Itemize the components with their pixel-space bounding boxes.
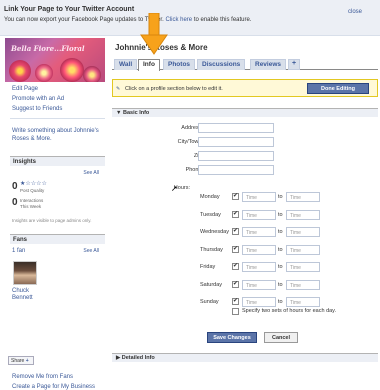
promote-ad-link[interactable]: Promote with an Ad <box>12 96 64 102</box>
close-time-field[interactable]: Time <box>286 279 320 290</box>
close-time-field[interactable]: Time <box>286 262 320 272</box>
highlight-arrow-icon <box>140 13 168 55</box>
save-changes-button[interactable]: Save Changes <box>207 332 257 343</box>
to-label: to <box>278 211 283 218</box>
tab-wall[interactable]: Wall <box>114 59 138 70</box>
to-label: to <box>278 194 283 200</box>
notice-text: You can now export your Facebook Page up… <box>4 17 252 23</box>
tab-discussions[interactable]: Discussions <box>197 59 246 70</box>
mouse-cursor-icon: ➚ <box>171 184 178 193</box>
open-time-field[interactable]: Time <box>242 227 276 237</box>
share-button[interactable]: Share + <box>8 356 34 365</box>
insights-header: Insights <box>10 156 105 166</box>
close-time-field[interactable]: Time <box>286 227 320 237</box>
interactions-label: Interactions <box>20 198 44 203</box>
page-banner-image: Bella Fiore...Floral <box>5 38 105 82</box>
post-quality-value: 0 <box>12 181 18 192</box>
star-rating-icon: ★☆☆☆☆ <box>20 181 47 187</box>
to-label: to <box>278 264 283 270</box>
tab-info[interactable]: Info <box>138 59 160 71</box>
two-sets-checkbox[interactable] <box>232 308 239 315</box>
insights-note: Insights are visible to page admins only… <box>12 218 92 223</box>
tab-reviews[interactable]: Reviews <box>250 59 287 70</box>
fan-name-first[interactable]: Chuck <box>12 288 29 294</box>
day-label: Wednesday <box>200 229 229 235</box>
tab-photos[interactable]: Photos <box>163 59 196 70</box>
to-label: to <box>278 246 283 253</box>
day-open-checkbox[interactable]: ✔ <box>232 210 239 218</box>
remove-from-fans-link[interactable]: Remove Me from Fans <box>12 374 73 380</box>
fans-header: Fans <box>10 234 105 244</box>
close-time-field[interactable]: Time <box>286 297 320 307</box>
fan-name-last[interactable]: Bennett <box>12 295 33 301</box>
to-label: to <box>278 281 283 288</box>
banner-text: Bella Fiore...Floral <box>11 44 85 53</box>
pencil-icon: ✎ <box>116 86 121 92</box>
post-quality-label: Post Quality <box>20 188 45 193</box>
add-tab-plus-icon[interactable]: + <box>288 59 300 70</box>
zip-field[interactable] <box>198 151 274 161</box>
day-label: Monday <box>200 194 220 200</box>
interactions-value: 0 <box>12 197 18 208</box>
fan-avatar[interactable] <box>13 261 37 285</box>
interactions-period: This Week <box>20 204 42 209</box>
cancel-button[interactable]: Cancel <box>264 332 298 343</box>
insights-see-all-link[interactable]: See All <box>83 170 99 176</box>
day-label: Sunday <box>200 299 219 305</box>
tab-bar: Wall Info Photos Discussions Reviews + <box>112 56 378 71</box>
main-content: Johnnie's Roses & More Wall Info Photos … <box>112 13 378 368</box>
day-label: Friday <box>200 264 216 270</box>
open-time-field[interactable]: Time <box>242 297 276 307</box>
close-time-field[interactable]: Time <box>286 192 320 202</box>
day-open-checkbox[interactable]: ✔ <box>232 245 239 253</box>
suggest-friends-link[interactable]: Suggest to Friends <box>12 106 62 112</box>
notice-close-link[interactable]: close <box>348 9 362 15</box>
day-open-checkbox[interactable]: ✔ <box>232 280 239 288</box>
open-time-field[interactable]: Time <box>242 192 276 202</box>
done-editing-button[interactable]: Done Editing <box>307 83 369 94</box>
notice-title: Link Your Page to Your Twitter Account <box>4 6 135 13</box>
notice-link[interactable]: Click here <box>165 17 192 23</box>
detailed-info-section-header[interactable]: ▶ Detailed Info <box>112 353 378 362</box>
divider <box>10 118 105 119</box>
two-sets-label: Specify two sets of hours for each day. <box>242 308 337 314</box>
edit-page-link[interactable]: Edit Page <box>12 86 38 92</box>
close-time-field[interactable]: Time <box>286 244 320 255</box>
to-label: to <box>278 299 283 305</box>
open-time-field[interactable]: Time <box>242 279 276 290</box>
share-plus-icon: + <box>25 358 29 364</box>
phone-field[interactable] <box>198 165 274 175</box>
edit-hint-text: Click on a profile section below to edit… <box>125 86 223 92</box>
day-label: Saturday <box>200 281 223 288</box>
day-open-checkbox[interactable]: ✔ <box>232 193 239 200</box>
open-time-field[interactable]: Time <box>242 209 276 220</box>
expand-triangle-icon: ▶ <box>116 355 121 361</box>
twitter-notice: Link Your Page to Your Twitter Account Y… <box>0 0 380 36</box>
day-open-checkbox[interactable]: ✔ <box>232 263 239 270</box>
address-field[interactable] <box>198 123 274 133</box>
day-label: Tuesday <box>200 211 221 218</box>
open-time-field[interactable]: Time <box>242 262 276 272</box>
create-page-link[interactable]: Create a Page for My Business <box>12 384 95 390</box>
edit-hint-bar: ✎ Click on a profile section below to ed… <box>112 79 378 97</box>
close-time-field[interactable]: Time <box>286 209 320 220</box>
city-field[interactable] <box>198 137 274 147</box>
write-something-link[interactable]: Write something about Johnnie's <box>12 128 99 134</box>
day-open-checkbox[interactable]: ✔ <box>232 298 239 305</box>
fans-see-all-link[interactable]: See All <box>83 248 99 254</box>
basic-info-section-header[interactable]: ▼ Basic Info <box>112 108 378 117</box>
fans-count-link[interactable]: 1 fan <box>12 248 25 254</box>
day-label: Thursday <box>200 246 223 253</box>
collapse-triangle-icon: ▼ <box>116 110 122 116</box>
open-time-field[interactable]: Time <box>242 244 276 255</box>
write-something-link-2[interactable]: Roses & More. <box>12 136 52 142</box>
to-label: to <box>278 229 283 235</box>
left-sidebar: Bella Fiore...Floral Edit Page Promote w… <box>5 38 105 390</box>
day-open-checkbox[interactable]: ✔ <box>232 228 239 235</box>
